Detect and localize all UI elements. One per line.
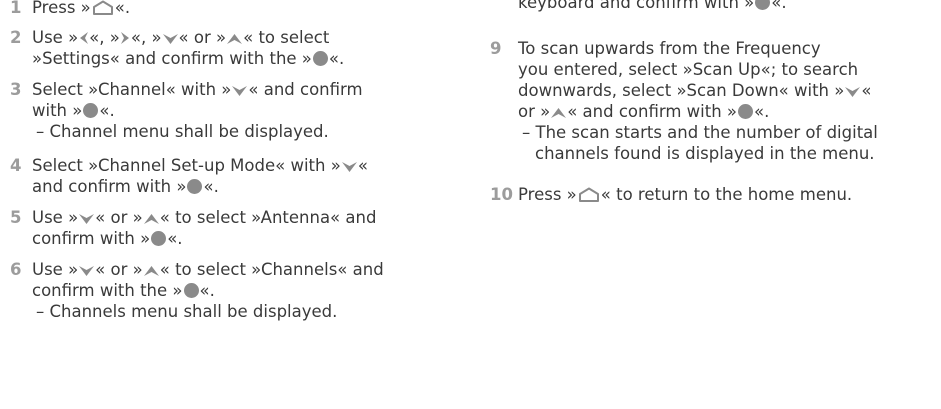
step-3: 3 Select »Channel« with » « and confirm w… xyxy=(10,80,363,141)
step-1: 1 Press » «. xyxy=(10,0,450,18)
step-6: 6 Use » « or » « to select »Channels« and … xyxy=(10,260,384,321)
ok-button-icon xyxy=(183,283,199,298)
step-number: 2 xyxy=(10,28,22,47)
step-number: 4 xyxy=(10,156,22,175)
step-10: 10 Press » « to return to the home menu. xyxy=(490,185,853,204)
step-number: 6 xyxy=(10,260,22,279)
arrow-down-icon xyxy=(162,34,178,44)
arrow-up-icon xyxy=(227,34,243,44)
arrow-left-icon xyxy=(80,32,89,44)
step-number: 10 xyxy=(490,185,513,204)
arrow-down-icon xyxy=(232,86,248,96)
step-2: 2 Use » «, » «, » « or » « to select »Settin… xyxy=(10,28,345,68)
step-number: 9 xyxy=(490,39,502,58)
ok-button-icon xyxy=(312,51,328,66)
step-number: 1 xyxy=(10,0,22,17)
ok-button-icon xyxy=(738,104,754,119)
arrow-up-icon xyxy=(143,214,159,224)
arrow-down-icon xyxy=(79,214,95,224)
arrow-up-icon xyxy=(551,108,567,118)
step-5: 5 Use » « or » « to select »Antenna« and c… xyxy=(10,208,377,248)
step-9: 9 To scan upwards from the Frequency you… xyxy=(490,39,878,163)
arrow-down-icon xyxy=(341,162,357,172)
ok-button-icon xyxy=(83,103,99,118)
ok-button-icon xyxy=(755,0,771,10)
step-4: 4 Select »Channel Set-up Mode« with » « a… xyxy=(10,156,368,196)
arrow-down-icon xyxy=(845,87,861,97)
ok-button-icon xyxy=(151,231,167,246)
arrow-right-icon xyxy=(120,32,129,44)
step-number: 3 xyxy=(10,80,22,99)
ok-button-icon xyxy=(187,179,203,194)
step-8-continuation: keyboard and confirm with » «. xyxy=(490,0,935,13)
arrow-up-icon xyxy=(143,266,159,276)
home-icon xyxy=(92,0,113,15)
step-number: 5 xyxy=(10,208,22,227)
home-icon xyxy=(578,187,599,202)
arrow-down-icon xyxy=(79,266,95,276)
